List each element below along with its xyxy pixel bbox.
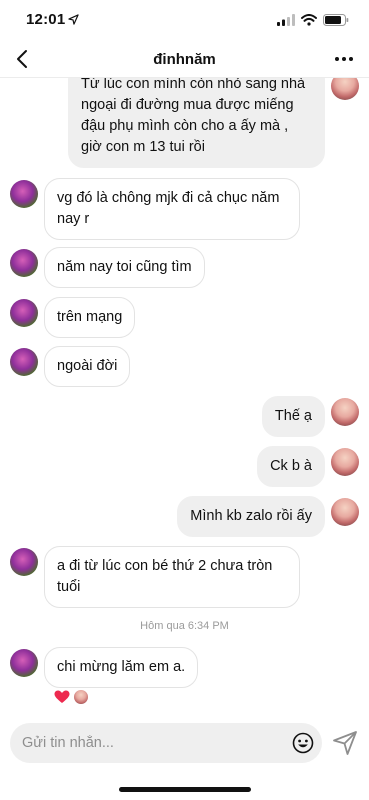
message-bubble-incoming[interactable]: chi mừng lăm em a. bbox=[44, 647, 199, 688]
message-composer bbox=[10, 723, 322, 763]
avatar bbox=[331, 78, 359, 100]
message-bubble-outgoing[interactable]: Thế ạ bbox=[261, 396, 325, 437]
message-input[interactable] bbox=[22, 723, 282, 763]
more-horizontal-icon bbox=[335, 57, 353, 61]
status-time: 12:01 bbox=[26, 11, 66, 28]
reaction-avatar bbox=[73, 689, 89, 705]
avatar[interactable] bbox=[10, 649, 38, 677]
location-arrow-icon bbox=[68, 12, 79, 30]
heart-icon bbox=[54, 690, 70, 703]
message-bubble-incoming[interactable]: trên mạng bbox=[44, 297, 136, 338]
message-bubble-incoming[interactable]: ngoài đời bbox=[44, 346, 131, 387]
paper-plane-icon[interactable] bbox=[332, 730, 358, 756]
avatar bbox=[331, 448, 359, 476]
smiley-icon[interactable] bbox=[292, 732, 314, 754]
status-indicators bbox=[277, 13, 349, 31]
battery-icon bbox=[323, 13, 349, 31]
message-reactions[interactable] bbox=[54, 689, 89, 705]
message-bubble-incoming[interactable]: a đi từ lúc con bé thứ 2 chưa tròn tuổi bbox=[44, 546, 300, 608]
avatar[interactable] bbox=[10, 180, 38, 208]
message-bubble-outgoing[interactable]: Mình kb zalo rồi ấy bbox=[177, 496, 325, 537]
message-bubble-incoming[interactable]: vg đó là chông mjk đi cả chục năm nay r bbox=[44, 178, 300, 240]
message-bubble-outgoing[interactable]: Ck b à bbox=[257, 446, 325, 487]
message-bubble-incoming[interactable]: năm nay toi cũng tìm bbox=[44, 247, 205, 288]
avatar[interactable] bbox=[10, 548, 38, 576]
avatar bbox=[331, 498, 359, 526]
message-bubble-outgoing[interactable]: Từ lúc con mình còn nhỏ sang nhà ngoại đ… bbox=[68, 78, 325, 168]
avatar bbox=[331, 398, 359, 426]
wifi-icon bbox=[301, 13, 317, 31]
message-timestamp: Hôm qua 6:34 PM bbox=[140, 620, 229, 632]
conversation-title[interactable]: đinhnăm bbox=[0, 51, 369, 68]
signal-icon bbox=[277, 13, 295, 31]
message-list[interactable]: Từ lúc con mình còn nhỏ sang nhà ngoại đ… bbox=[0, 78, 369, 718]
avatar[interactable] bbox=[10, 299, 38, 327]
status-bar: 12:01 bbox=[0, 0, 369, 40]
avatar[interactable] bbox=[10, 249, 38, 277]
avatar[interactable] bbox=[10, 348, 38, 376]
more-options-button[interactable] bbox=[333, 50, 355, 68]
conversation-header: đinhnăm bbox=[0, 40, 369, 78]
home-indicator bbox=[119, 787, 251, 792]
